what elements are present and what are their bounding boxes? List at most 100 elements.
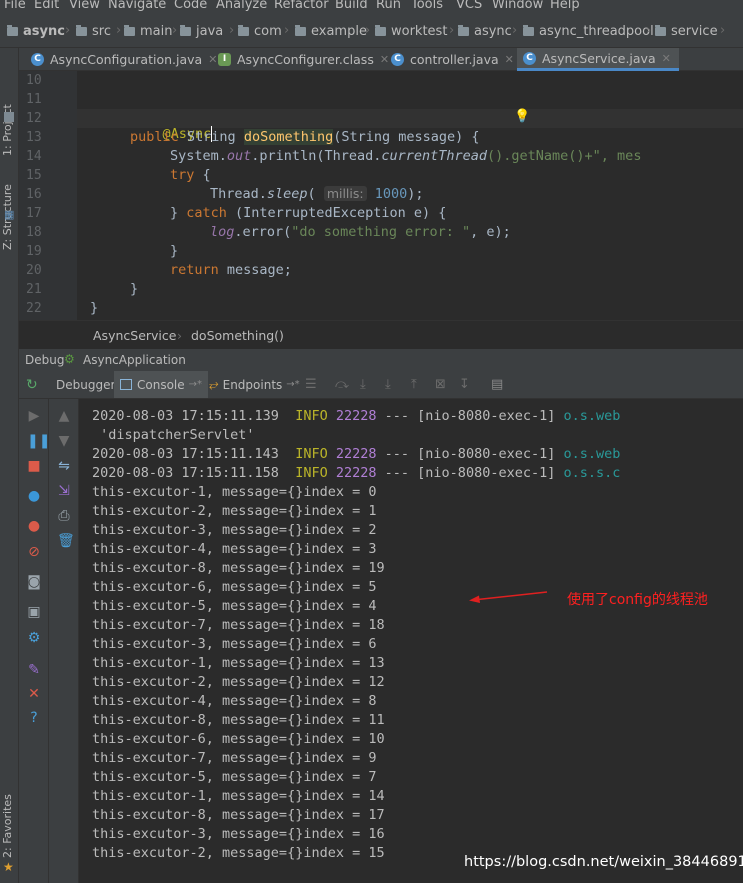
favorites-tool-button[interactable]: 2: Favorites <box>1 794 14 858</box>
step-over-icon[interactable]: ⤼ <box>335 377 349 392</box>
tab-endpoints[interactable]: ⥂ Endpoints →* <box>205 371 304 398</box>
nav-crumb-worktest[interactable]: worktest <box>375 23 447 39</box>
tab-asyncconfigurer[interactable]: I AsyncConfigurer.class ✕ <box>212 48 389 71</box>
camera-icon[interactable]: ◙ <box>27 575 41 589</box>
log-timestamp: 2020-08-03 17:15:11.139 <box>92 408 279 424</box>
console-line: this-excutor-8, message={}index = 17 <box>92 807 385 823</box>
console-line: this-excutor-7, message={}index = 9 <box>92 750 377 766</box>
nav-crumb-java[interactable]: java <box>180 23 223 39</box>
evaluate-expression-icon[interactable]: ▤ <box>491 377 503 392</box>
settings-icon[interactable]: ⚙ <box>27 631 41 645</box>
tab-debugger[interactable]: Debugger <box>52 371 119 398</box>
menu-refactor[interactable]: Refactor <box>274 0 329 12</box>
folder-icon <box>523 24 534 36</box>
menu-view[interactable]: View <box>69 0 100 12</box>
line-number: 17 <box>26 206 42 221</box>
menu-tools[interactable]: Tools <box>411 0 443 12</box>
show-execution-point-icon[interactable]: ☰ <box>305 377 317 392</box>
nav-project[interactable]: async <box>7 23 65 39</box>
line-number: 21 <box>26 282 42 297</box>
menu-analyze[interactable]: Analyze <box>216 0 267 12</box>
line-number: 19 <box>26 244 42 259</box>
close-icon[interactable]: ✕ <box>505 53 514 66</box>
menu-vcs[interactable]: VCS <box>456 0 482 12</box>
nav-crumb-async[interactable]: async <box>458 23 512 39</box>
menu-help[interactable]: Help <box>550 0 580 12</box>
code-token: sleep <box>266 186 308 202</box>
get-thread-dump-icon[interactable]: ⊘ <box>27 545 41 559</box>
layout-icon[interactable]: ▣ <box>27 605 41 619</box>
tab-asyncservice[interactable]: C AsyncService.java ✕ <box>517 48 679 71</box>
code-token: ().getName()+", mes <box>487 148 642 164</box>
line-number: 22 <box>26 301 42 316</box>
stop-icon[interactable]: ■ <box>27 459 41 473</box>
nav-crumb-async-threadpool[interactable]: async_threadpool <box>523 23 654 39</box>
view-breakpoints-icon[interactable]: ● <box>27 489 41 503</box>
menu-file[interactable]: File <box>4 0 26 12</box>
menu-code[interactable]: Code <box>174 0 207 12</box>
pause-icon[interactable]: ❚❚ <box>27 434 50 448</box>
menu-bar: File Edit View Navigate Code Analyze Ref… <box>0 0 743 13</box>
down-arrow-icon[interactable]: ▼ <box>57 434 71 448</box>
soft-wrap-icon[interactable]: ⇋ <box>57 459 71 473</box>
nav-crumb-main[interactable]: main <box>124 23 172 39</box>
tab-controller[interactable]: C controller.java ✕ <box>385 48 514 71</box>
menu-navigate[interactable]: Navigate <box>108 0 166 12</box>
lightbulb-icon[interactable]: 💡 <box>514 109 530 124</box>
step-out-icon[interactable]: ⤒ <box>411 377 417 392</box>
tab-label: Endpoints <box>222 377 283 392</box>
tab-label: AsyncConfiguration.java <box>50 52 203 67</box>
code-editor[interactable]: 💡 @Async public String doSomething(Strin… <box>77 71 743 320</box>
rerun-icon[interactable]: ↻ <box>26 377 38 393</box>
tab-console[interactable]: Console →* <box>114 371 209 398</box>
menu-run[interactable]: Run <box>376 0 401 12</box>
tab-label: Debugger <box>56 377 116 392</box>
console-line: this-excutor-2, message={}index = 12 <box>92 674 385 690</box>
debug-session-tab[interactable]: AsyncApplication <box>83 353 186 367</box>
nav-crumb-src[interactable]: src <box>76 23 111 39</box>
endpoints-icon: ⥂ <box>209 377 219 391</box>
close-icon[interactable]: ✕ <box>27 687 41 701</box>
tab-label: AsyncService.java <box>542 50 656 66</box>
console-line: this-excutor-1, message={}index = 13 <box>92 655 385 671</box>
nav-separator: › <box>720 23 726 38</box>
nav-crumb-service[interactable]: service <box>655 23 718 39</box>
breadcrumb-method[interactable]: doSomething() <box>191 328 284 343</box>
console-actions-column: ▲ ▼ ⇋ ⇲ ⎙ 🗑 <box>49 399 79 883</box>
menu-edit[interactable]: Edit <box>34 0 59 12</box>
pin-tab-icon[interactable]: ✎ <box>27 663 41 677</box>
breadcrumb-class[interactable]: AsyncService <box>93 328 176 343</box>
code-token: { <box>194 167 211 183</box>
nav-crumb-label: worktest <box>391 23 448 39</box>
folder-icon <box>180 24 191 36</box>
structure-icon: ▦ <box>4 208 15 221</box>
menu-build[interactable]: Build <box>335 0 368 12</box>
scroll-to-end-icon[interactable]: ⇲ <box>57 484 71 498</box>
up-arrow-icon[interactable]: ▲ <box>57 409 71 423</box>
mute-breakpoints-icon[interactable]: ● <box>27 519 41 533</box>
nav-crumb-label: java <box>196 23 224 39</box>
log-separator: --- <box>384 446 410 462</box>
console-line: this-excutor-2, message={}index = 1 <box>92 503 377 519</box>
console-output[interactable]: : 2020-08-03 17:15:11.139 INFO 22228 ---… <box>80 399 743 883</box>
code-token: currentThread <box>381 148 488 164</box>
nav-crumb-com[interactable]: com <box>238 23 282 39</box>
help-icon[interactable]: ? <box>27 711 41 725</box>
step-into-icon[interactable]: ⤓ <box>360 377 366 392</box>
pin-icon[interactable]: →* <box>286 379 299 390</box>
pin-icon[interactable]: →* <box>189 379 202 390</box>
resume-icon[interactable]: ▶ <box>27 409 41 423</box>
print-icon[interactable]: ⎙ <box>57 509 71 523</box>
code-token: .error( <box>234 224 292 240</box>
log-level: INFO <box>295 446 328 462</box>
menu-window[interactable]: Window <box>492 0 543 12</box>
console-line: this-excutor-6, message={}index = 5 <box>92 579 377 595</box>
log-pid: 22228 <box>335 465 377 481</box>
close-icon[interactable]: ✕ <box>662 52 671 65</box>
tab-asyncconfiguration[interactable]: C AsyncConfiguration.java ✕ <box>25 48 217 71</box>
trash-icon[interactable]: 🗑 <box>57 534 75 548</box>
run-to-cursor-icon[interactable]: ↧ <box>459 377 470 392</box>
force-step-into-icon[interactable]: ⤓ <box>385 377 391 392</box>
nav-crumb-example[interactable]: example <box>295 23 367 39</box>
drop-frame-icon[interactable]: ⊠ <box>435 377 446 392</box>
